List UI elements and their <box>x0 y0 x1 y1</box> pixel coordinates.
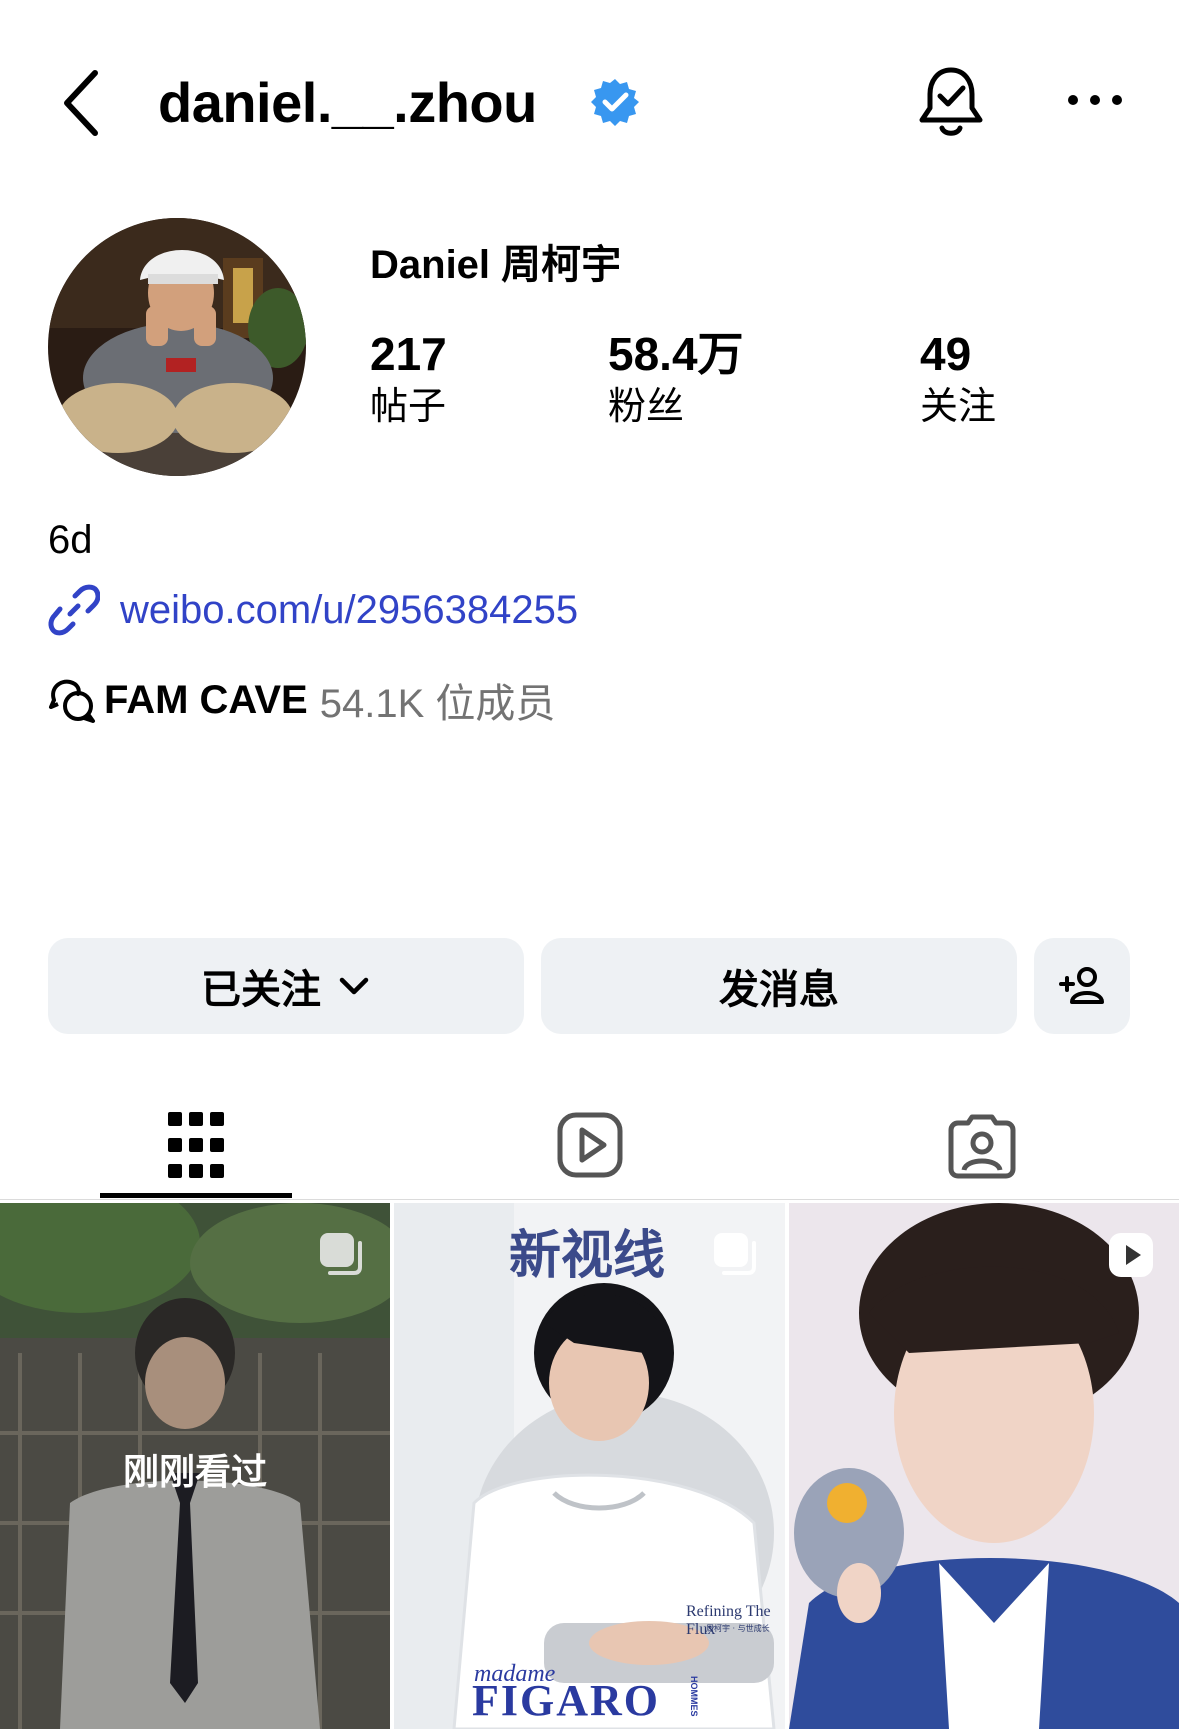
message-button[interactable]: 发消息 <box>541 938 1017 1034</box>
stat-followers[interactable]: 58.4万 粉丝 <box>608 325 744 431</box>
tab-reels[interactable] <box>490 1090 690 1200</box>
tab-tagged[interactable] <box>882 1090 1082 1200</box>
link-icon <box>48 584 100 636</box>
carousel-icon <box>714 1233 756 1275</box>
carousel-icon <box>320 1233 362 1275</box>
notification-bell-button[interactable] <box>915 62 987 142</box>
notification-bell-icon <box>919 67 983 136</box>
active-tab-indicator <box>100 1193 292 1198</box>
magazine-title: 新视线 <box>509 1225 666 1286</box>
more-horizontal-icon <box>1068 95 1122 105</box>
stat-followers-label: 粉丝 <box>608 386 685 428</box>
more-options-button[interactable] <box>1065 85 1125 115</box>
reels-icon <box>557 1112 623 1178</box>
suggest-people-button[interactable] <box>1034 938 1130 1034</box>
back-button[interactable] <box>55 65 115 140</box>
tagged-icon <box>948 1114 1016 1179</box>
stat-followers-value: 58.4万 <box>608 328 744 380</box>
profile-link-text[interactable]: weibo.com/u/2956384255 <box>120 588 578 633</box>
following-button-label: 已关注 <box>201 968 321 1012</box>
message-button-label: 发消息 <box>719 968 839 1012</box>
profile-tabs <box>0 1090 1179 1200</box>
stat-posts-value: 217 <box>370 328 447 380</box>
stat-posts[interactable]: 217 帖子 <box>370 325 447 431</box>
profile-link[interactable]: weibo.com/u/2956384255 <box>48 582 578 638</box>
chevron-left-icon <box>64 70 98 136</box>
profile-username[interactable]: daniel.__.zhou <box>158 68 537 138</box>
magazine-name-vertical: HOMMES <box>689 1676 699 1717</box>
channel-member-count: 54.1K 位成员 <box>319 682 556 726</box>
top-bar: daniel.__.zhou <box>0 40 1179 160</box>
post-tile[interactable]: 新视线 Refining The Flux 周柯宇 · 与世成长 madame … <box>394 1203 785 1729</box>
chevron-down-icon <box>339 977 369 995</box>
stat-following-value: 49 <box>920 328 972 380</box>
recently-viewed-label: 刚刚看过 <box>122 1451 267 1492</box>
reel-icon <box>1109 1233 1153 1277</box>
grid-icon <box>168 1112 224 1178</box>
profile-avatar[interactable] <box>48 218 306 476</box>
broadcast-channel[interactable]: FAM CAVE 54.1K 位成员 <box>48 672 555 728</box>
stat-following[interactable]: 49 关注 <box>920 325 996 431</box>
post-tile[interactable]: 刚刚看过 <box>0 1203 390 1729</box>
verified-badge-icon <box>590 77 640 127</box>
magazine-subtitle-2: 周柯宇 · 与世成长 <box>706 1624 770 1633</box>
add-person-icon <box>1059 967 1104 1004</box>
chat-bubbles-icon <box>49 679 95 723</box>
profile-display-name: Daniel 周柯宇 <box>370 243 622 287</box>
profile-bio: 6d <box>48 518 93 562</box>
stat-posts-label: 帖子 <box>370 386 447 428</box>
tab-posts-grid[interactable] <box>100 1090 292 1200</box>
post-tile[interactable] <box>789 1203 1179 1729</box>
magazine-name: FIGARO <box>472 1676 660 1725</box>
following-button[interactable]: 已关注 <box>48 938 524 1034</box>
posts-grid: 刚刚看过 新视线 Refining The Flux 周柯宇 · 与世成长 ma… <box>0 1203 1179 1729</box>
channel-name: FAM CAVE <box>104 677 308 722</box>
stat-following-label: 关注 <box>920 386 997 428</box>
